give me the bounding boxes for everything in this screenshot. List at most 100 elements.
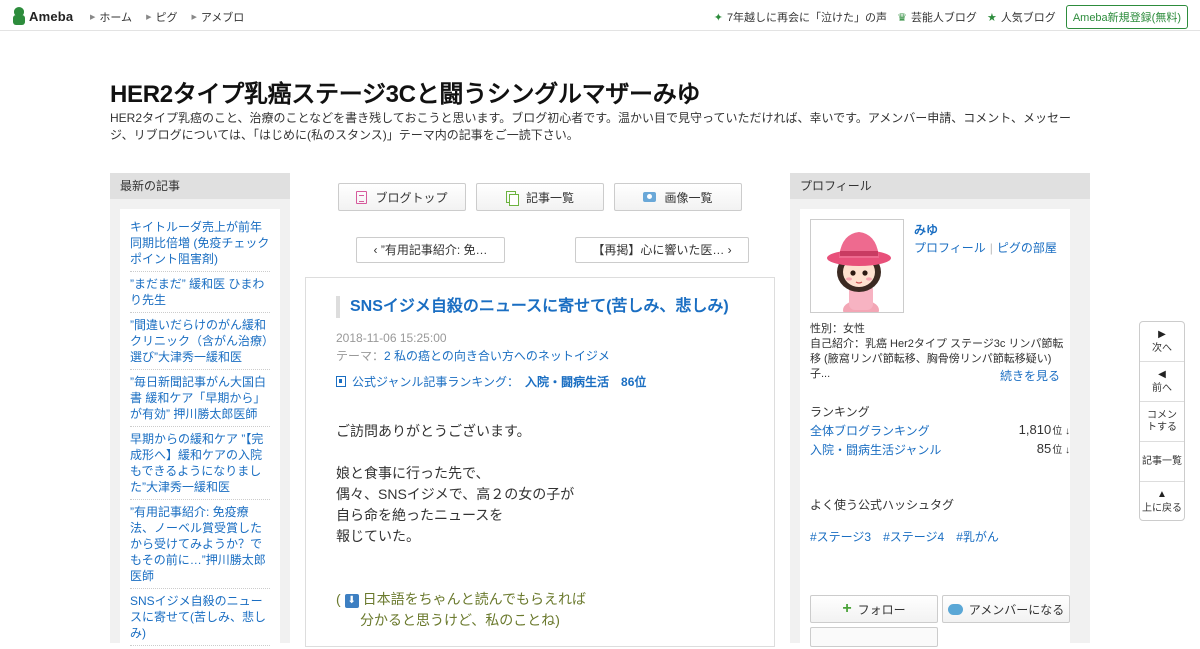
recent-articles-panel: 最新の記事 キイトルーダ売上が前年同期比倍増 (免疫チェックポイント阻害剤) ”… <box>110 173 290 649</box>
play-left-icon: ◀ <box>1158 368 1166 380</box>
hashtag-list: #ステージ3 #ステージ4 #乳がん <box>810 528 1011 545</box>
triangle-right-icon: ▶ <box>90 14 96 21</box>
genre-ranking-value: 85位 ↓ <box>1037 441 1070 458</box>
sparkle-icon: ✦ <box>713 11 723 24</box>
hashtag-link[interactable]: #ステージ3 <box>810 528 871 545</box>
profile-name[interactable]: みゆ <box>914 221 938 238</box>
celebrity-blog-link[interactable]: ♛ 芸能人ブログ <box>897 9 977 25</box>
body-quote-line: 分かると思うけど、私のことね) <box>360 612 560 628</box>
star-icon: ★ <box>986 11 997 24</box>
logo-text: Ameba <box>29 8 74 24</box>
signup-button[interactable]: Ameba新規登録(無料) <box>1065 5 1188 29</box>
link-label: 芸能人ブログ <box>910 12 977 24</box>
ameba-logo-icon <box>12 7 26 25</box>
side-nav-label: 次へ <box>1152 342 1172 354</box>
top-nav-ameblo[interactable]: ▶ アメブロ <box>191 9 244 25</box>
pigg-room-link[interactable]: ピグの部屋 <box>997 241 1057 255</box>
theme-link[interactable]: 2 私の癌との向き合い方へのネットイジメ <box>384 349 610 363</box>
camera-icon <box>643 192 657 202</box>
profile-links: プロフィール | ピグの部屋 <box>914 239 1057 256</box>
top-nav-home[interactable]: ▶ ホーム <box>90 9 132 25</box>
recent-article-link[interactable]: ”毎日新聞記事がん大国白書 緩和ケア「早期から」が有効” 押川勝太郎医師 <box>130 370 270 427</box>
ranking-heading: ランキング <box>810 405 870 419</box>
recent-articles-heading: 最新の記事 <box>110 173 290 199</box>
blog-nav-buttons: ブログトップ 記事一覧 画像一覧 <box>338 183 752 211</box>
rank-number: 85 <box>1036 441 1052 456</box>
side-nav-label: コメントする <box>1147 409 1177 433</box>
top-nav-label: ホーム <box>99 12 133 24</box>
side-nav-label: 記事一覧 <box>1142 455 1182 467</box>
genre-ranking-link[interactable]: 公式ジャンル記事ランキング： 入院・闘病生活 86位 <box>336 373 646 390</box>
next-article-label: 【再掲】心に響いた医… <box>592 243 725 257</box>
article-body: ご訪問ありがとうございます。 娘と食事に行った先で、 偶々、SNSイジメで、高２… <box>336 421 756 631</box>
blog-title[interactable]: HER2タイプ乳癌ステージ3Cと闘うシングルマザーみゆ <box>110 74 700 109</box>
link-label: 7年越しに再会に「泣けた」の声 <box>726 12 888 24</box>
hashtag-link[interactable]: #乳がん <box>956 528 999 545</box>
read-more-link[interactable]: 続きを見る <box>1000 367 1060 384</box>
button-label: フォロー <box>857 602 906 617</box>
ranking-value: 入院・闘病生活 86位 <box>525 375 647 389</box>
article-title[interactable]: SNSイジメ自殺のニュースに寄せて(苦しみ、悲しみ) <box>336 296 756 318</box>
profile-link[interactable]: プロフィール <box>914 241 986 255</box>
prev-article-button[interactable]: ‹ ”有用記事紹介: 免… <box>356 237 505 263</box>
floating-side-nav: ▶ 次へ ◀ 前へ コメントする 記事一覧 ▲ 上に戻る <box>1139 321 1185 521</box>
chat-bubble-icon <box>947 603 963 615</box>
body-quote-line: (⬇ 日本語をちゃんと読んでもらえれば <box>336 589 756 610</box>
global-header: Ameba ▶ ホーム ▶ ピグ ▶ アメブロ ✦ 7年越しに再会に「泣けた」の声 ♛ 芸… <box>0 0 1200 31</box>
body-spacer <box>336 547 756 568</box>
article-card: SNSイジメ自殺のニュースに寄せて(苦しみ、悲しみ) 2018-11-06 15… <box>305 277 775 647</box>
extra-button[interactable] <box>810 627 938 647</box>
pages-icon <box>505 190 519 206</box>
prev-button[interactable]: ◀ 前へ <box>1140 362 1184 402</box>
button-label: 画像一覧 <box>664 190 713 205</box>
recent-article-link[interactable]: キイトルーダ売上が前年同期比倍増 (免疫チェックポイント阻害剤) <box>130 215 270 272</box>
article-list-side-button[interactable]: 記事一覧 <box>1140 442 1184 482</box>
overall-ranking-link[interactable]: 全体ブログランキング <box>810 422 930 439</box>
recent-article-link[interactable]: ”まだまだ” 緩和医 ひまわり先生 <box>130 272 270 313</box>
top-nav-label: アメブロ <box>200 12 245 24</box>
hashtag-link[interactable]: #ステージ4 <box>883 528 944 545</box>
ranking-label: 公式ジャンル記事ランキング： <box>352 375 520 389</box>
recent-article-link[interactable]: 早期からの緩和ケア ”【完成形へ】緩和ケアの入院もできるようになりました”大津秀… <box>130 427 270 500</box>
button-label: アメンバーになる <box>968 602 1065 617</box>
link-separator: | <box>989 241 993 255</box>
featured-news-link[interactable]: ✦ 7年越しに再会に「泣けた」の声 <box>714 9 887 25</box>
image-list-button[interactable]: 画像一覧 <box>614 183 742 211</box>
avatar[interactable] <box>810 219 904 313</box>
body-spacer <box>336 442 756 463</box>
blog-top-button[interactable]: ブログトップ <box>338 183 466 211</box>
back-to-top-button[interactable]: ▲ 上に戻る <box>1140 482 1184 522</box>
rank-unit: 位 ↓ <box>1052 445 1070 456</box>
popular-blog-link[interactable]: ★ 人気ブログ <box>987 9 1056 25</box>
top-right-links: ✦ 7年越しに再会に「泣けた」の声 ♛ 芸能人ブログ ★ 人気ブログ Ameba新規登… <box>714 5 1188 29</box>
triangle-right-icon: ▶ <box>146 14 152 21</box>
ameba-logo[interactable]: Ameba <box>12 6 73 26</box>
document-icon <box>356 190 368 204</box>
top-nav: ▶ ホーム ▶ ピグ ▶ アメブロ <box>90 9 258 25</box>
plus-icon: + <box>842 600 852 617</box>
quote-paren: ( <box>336 591 341 607</box>
triangle-up-icon: ▲ <box>1157 489 1167 500</box>
next-button[interactable]: ▶ 次へ <box>1140 322 1184 362</box>
article-theme: テーマ：2 私の癌との向き合い方へのネットイジメ <box>336 347 610 364</box>
comment-button[interactable]: コメントする <box>1140 402 1184 442</box>
amember-button[interactable]: アメンバーになる <box>942 595 1070 623</box>
article-list-button[interactable]: 記事一覧 <box>476 183 604 211</box>
blog-description: HER2タイプ乳癌のこと、治療のことなどを書き残しておこうと思います。ブログ初心… <box>110 111 1072 142</box>
follow-button[interactable]: + フォロー <box>810 595 938 623</box>
prev-article-label: ”有用記事紹介: 免… <box>380 243 488 257</box>
body-spacer <box>336 568 756 589</box>
ranking-icon <box>336 376 346 387</box>
link-label: 人気ブログ <box>1000 12 1056 24</box>
rank-unit: 位 ↓ <box>1052 426 1070 437</box>
recent-article-link[interactable]: ”有用記事紹介: 免疫療法、ノーベル賞受賞したから受けてみようか？でもその前に…… <box>130 500 270 589</box>
recent-article-link[interactable]: SNSイジメ自殺のニュースに寄せて(苦しみ、悲しみ) <box>130 589 270 646</box>
genre-ranking-link[interactable]: 入院・闘病生活ジャンル <box>810 441 941 458</box>
top-nav-pigg[interactable]: ▶ ピグ <box>146 9 177 25</box>
top-nav-label: ピグ <box>155 12 178 24</box>
recent-article-link[interactable]: ”間違いだらけのがん緩和クリニック（含がん治療）選び”大津秀一緩和医 <box>130 313 270 370</box>
side-nav-label: 前へ <box>1152 382 1172 394</box>
chevron-left-icon: ‹ <box>373 243 381 257</box>
next-article-button[interactable]: 【再掲】心に響いた医… › <box>575 237 749 263</box>
triangle-right-icon: ▶ <box>191 14 197 21</box>
